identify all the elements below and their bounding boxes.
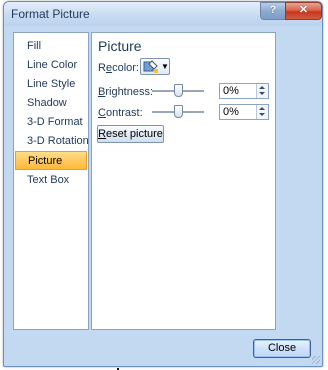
brightness-field[interactable]: 0% [219,83,269,99]
contrast-label: Contrast: [98,107,143,119]
format-picture-dialog: Format Picture ? ✕ Fill Line Color Line … [3,1,323,367]
nav-item-shadow[interactable]: Shadow [15,94,87,113]
resize-grip[interactable] [312,356,320,364]
brightness-spinner[interactable] [256,84,268,98]
brightness-value: 0% [223,85,239,97]
dialog-title: Format Picture [11,7,90,21]
spin-up-icon[interactable] [259,86,265,89]
picture-panel: Picture Recolor: ▼ Brightness: 0% Contra… [91,32,276,330]
nav-item-text-box[interactable]: Text Box [15,171,87,190]
brightness-slider[interactable] [152,84,204,98]
brightness-label: Brightness: [98,86,154,98]
spin-up-icon[interactable] [259,107,265,110]
contrast-slider[interactable] [152,105,204,119]
nav-item-3d-rotation[interactable]: 3-D Rotation [15,132,89,151]
contrast-value: 0% [223,106,239,118]
nav-item-fill[interactable]: Fill [15,37,87,56]
reset-picture-button[interactable]: Reset picture [97,125,164,143]
nav-item-3d-format[interactable]: 3-D Format [15,113,87,132]
recolor-dropdown[interactable]: ▼ [140,58,170,75]
nav-item-picture[interactable]: Picture [15,151,87,170]
recolor-icon [143,60,158,73]
spin-down-icon[interactable] [259,92,265,95]
title-bar[interactable]: Format Picture ? ✕ [4,2,322,26]
help-button[interactable]: ? [260,2,286,20]
chevron-down-icon: ▼ [161,62,169,71]
nav-item-line-color[interactable]: Line Color [15,56,87,75]
contrast-field[interactable]: 0% [219,104,269,120]
brightness-slider-thumb[interactable] [174,84,183,97]
title-close-button[interactable]: ✕ [285,2,322,20]
close-button[interactable]: Close [253,339,311,358]
nav-item-line-style[interactable]: Line Style [15,75,87,94]
contrast-slider-thumb[interactable] [174,105,183,118]
spin-down-icon[interactable] [259,113,265,116]
panel-heading: Picture [98,38,142,54]
recolor-label: Recolor: [98,62,139,74]
category-list: Fill Line Color Line Style Shadow 3-D Fo… [13,32,89,330]
contrast-spinner[interactable] [256,105,268,119]
